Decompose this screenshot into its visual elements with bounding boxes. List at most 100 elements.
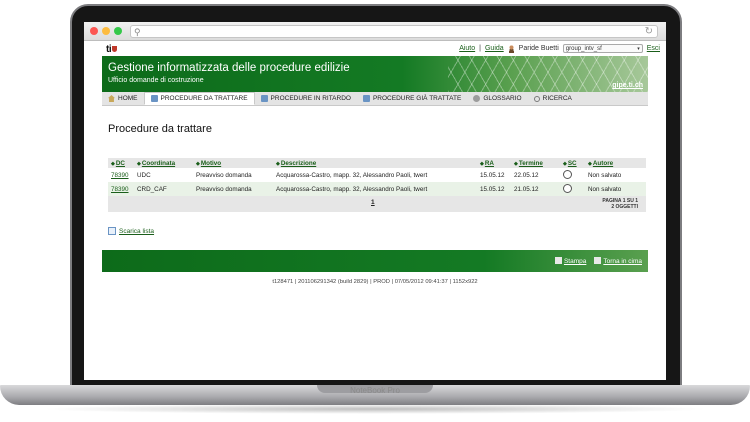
table-pager: 1 PAGINA 1 SU 1 2 OGGETTI [108, 196, 646, 212]
back-to-top-label: Torna in cima [603, 258, 642, 265]
search-icon [533, 95, 540, 102]
tab-procedure-gia-trattate[interactable]: PROCEDURE GIÀ TRATTATE [357, 92, 467, 105]
tab-label: GLOSSARIO [483, 95, 522, 102]
column-header-termine[interactable]: ◆Termine [514, 160, 563, 167]
column-header-sc[interactable]: ◆SC [563, 160, 588, 167]
sort-icon: ◆ [111, 160, 115, 167]
sort-icon: ◆ [588, 160, 592, 167]
page-header: Gestione informatizzata delle procedure … [102, 56, 648, 92]
cell-termine: 22.05.12 [514, 171, 539, 179]
search-icon: ⚲ [134, 27, 141, 37]
arrow-up-icon [594, 257, 602, 264]
cell-autore: Non salvato [588, 185, 622, 193]
download-icon [108, 227, 116, 235]
group-select-value: group_intv_sf [565, 46, 602, 52]
download-list[interactable]: Scarica lista [108, 227, 154, 235]
document-icon [150, 95, 158, 102]
column-label: Coordinata [141, 159, 176, 167]
sort-icon: ◆ [196, 160, 200, 167]
table-row[interactable]: 78390 CRD_CAF Preavviso domanda Acquaros… [108, 182, 646, 196]
procedures-table: ◆DC ◆Coordinata ◆Motivo ◆Descrizione ◆RA… [108, 158, 646, 212]
page-link[interactable]: 1 [371, 199, 375, 206]
cell-termine: 21.05.12 [514, 185, 539, 193]
column-header-descrizione[interactable]: ◆Descrizione [276, 160, 480, 167]
cell-coordinata: CRD_CAF [137, 185, 167, 193]
shield-icon [112, 46, 118, 52]
app-title: Gestione informatizzata delle procedure … [108, 62, 350, 74]
tab-label: HOME [118, 95, 138, 102]
main-nav: HOME PROCEDURE DA TRATTARE PROCEDURE IN … [102, 92, 648, 106]
download-link[interactable]: Scarica lista [119, 228, 154, 235]
column-label: DC [115, 159, 125, 167]
group-select[interactable]: group_intv_sf ▾ [562, 44, 643, 53]
table-row[interactable]: 78390 UDC Preavviso domanda Acquarossa-C… [108, 168, 646, 182]
cell-coordinata: UDC [137, 171, 151, 179]
address-bar[interactable]: ⚲ ↻ [130, 25, 658, 38]
laptop-shadow [40, 404, 710, 414]
tab-label: PROCEDURE IN RITARDO [270, 95, 351, 102]
guide-link[interactable]: Guida [485, 45, 504, 52]
user-icon [507, 44, 515, 53]
column-header-coordinata[interactable]: ◆Coordinata [137, 160, 196, 167]
cell-descrizione: Acquarossa-Castro, mapp. 32, Alessandro … [276, 171, 428, 179]
close-window-button[interactable] [90, 27, 98, 35]
count-info: 2 OGGETTI [611, 204, 638, 210]
document-icon [260, 95, 268, 102]
table-header: ◆DC ◆Coordinata ◆Motivo ◆Descrizione ◆RA… [108, 158, 646, 168]
column-label: RA [484, 159, 494, 167]
cell-motivo: Preavviso domanda [196, 171, 252, 179]
page-title: Procedure da trattare [108, 123, 212, 135]
screen: ⚲ ↻ ti Aiuto | Guida Paride Buetti group… [84, 22, 666, 380]
laptop-brand: NoteBook Pro [350, 386, 400, 395]
top-bar: ti Aiuto | Guida Paride Buetti group_int… [84, 41, 666, 56]
app-subtitle: Ufficio domande di costruzione [108, 77, 204, 84]
cell-autore: Non salvato [588, 171, 622, 179]
sc-radio[interactable] [563, 183, 572, 193]
minimize-window-button[interactable] [102, 27, 110, 35]
help-link[interactable]: Aiuto [459, 45, 475, 52]
dc-link[interactable]: 78390 [111, 172, 129, 179]
main-content: Procedure da trattare ◆DC ◆Coordinata ◆M… [102, 106, 648, 250]
reload-icon[interactable]: ↻ [645, 26, 653, 37]
home-icon [108, 95, 115, 102]
column-label: SC [567, 159, 577, 167]
column-label: Motivo [200, 159, 222, 167]
tab-procedure-in-ritardo[interactable]: PROCEDURE IN RITARDO [255, 92, 357, 105]
sort-icon: ◆ [137, 160, 141, 167]
sort-icon: ◆ [480, 160, 484, 167]
column-header-ra[interactable]: ◆RA [480, 160, 514, 167]
maximize-window-button[interactable] [114, 27, 122, 35]
cell-ra: 15.05.12 [480, 185, 505, 193]
tab-home[interactable]: HOME [102, 92, 144, 105]
exit-link[interactable]: Esci [647, 45, 660, 52]
column-header-autore[interactable]: ◆Autore [588, 160, 643, 167]
column-label: Termine [518, 159, 543, 167]
cell-motivo: Preavviso domanda [196, 185, 252, 193]
build-info: t128471 | 201106291342 (build 2829) | PR… [272, 279, 478, 285]
logo-text: ti [106, 44, 112, 55]
dc-link[interactable]: 78390 [111, 186, 129, 193]
site-link[interactable]: gipe.ti.ch [612, 82, 643, 89]
chevron-down-icon: ▾ [637, 46, 640, 52]
column-header-dc[interactable]: ◆DC [108, 160, 137, 167]
print-label: Stampa [563, 258, 587, 265]
sort-icon: ◆ [276, 160, 280, 167]
sort-icon: ◆ [514, 160, 518, 167]
user-name: Paride Buetti [518, 45, 559, 52]
tab-ricerca[interactable]: RICERCA [528, 92, 578, 105]
sort-icon: ◆ [563, 160, 567, 167]
cell-descrizione: Acquarossa-Castro, mapp. 32, Alessandro … [276, 185, 428, 193]
tab-glossario[interactable]: GLOSSARIO [467, 92, 527, 105]
sc-radio[interactable] [563, 169, 572, 179]
column-header-motivo[interactable]: ◆Motivo [196, 160, 276, 167]
print-button[interactable]: Stampa [554, 257, 587, 265]
tab-label: PROCEDURE DA TRATTARE [160, 95, 248, 102]
tab-procedure-da-trattare[interactable]: PROCEDURE DA TRATTARE [143, 92, 255, 105]
logo[interactable]: ti [106, 44, 118, 55]
page-footer: Stampa Torna in cima [102, 250, 648, 272]
top-links: Aiuto | Guida Paride Buetti group_intv_s… [459, 44, 660, 53]
back-to-top-button[interactable]: Torna in cima [594, 257, 642, 265]
pager-info: PAGINA 1 SU 1 2 OGGETTI [602, 198, 638, 210]
cell-ra: 15.05.12 [480, 171, 505, 179]
tab-label: PROCEDURE GIÀ TRATTATE [372, 95, 462, 102]
